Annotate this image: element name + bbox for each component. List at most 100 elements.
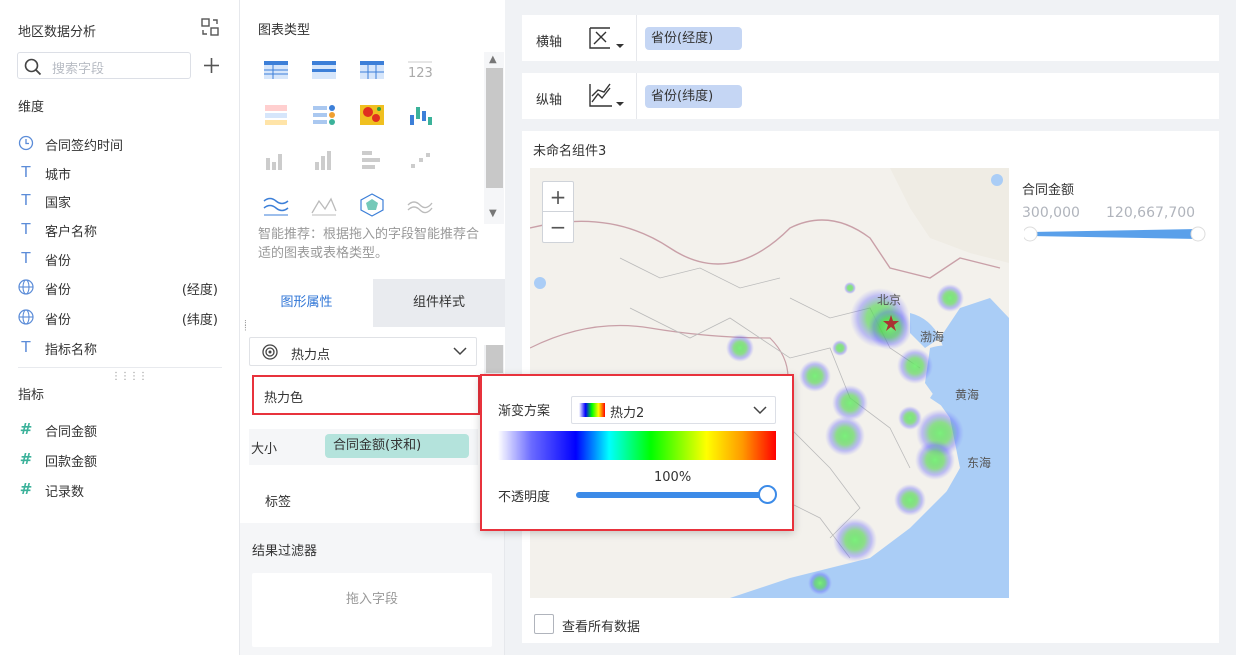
divider (18, 367, 222, 368)
zoom-in-button[interactable]: + (543, 182, 573, 212)
measure-item[interactable]: # 回款金额 (18, 450, 218, 470)
scatter-chart-icon[interactable] (407, 148, 433, 172)
field-name: 回款金额 (45, 455, 98, 470)
dimension-item[interactable]: T 城市 (18, 163, 218, 183)
clock-icon (18, 135, 34, 151)
scroll-thumb[interactable] (486, 345, 503, 373)
size-row[interactable]: 大小 合同金额(求和) (249, 429, 478, 465)
property-tabs: 图形属性 组件样式 (240, 279, 505, 327)
opacity-label: 不透明度 (498, 490, 551, 505)
measure-item[interactable]: # 合同金额 (18, 420, 218, 440)
field-name: 指标名称 (45, 343, 98, 358)
chart-type-scrollbar[interactable]: ▲ ▼ (484, 52, 504, 224)
column-chart-icon[interactable] (311, 148, 337, 172)
legend-range-slider[interactable] (1024, 226, 1206, 242)
field-name: 省份 (45, 254, 72, 269)
globe-icon (18, 279, 34, 295)
field-name: 省份 (45, 313, 72, 328)
colored-table-icon[interactable] (263, 103, 289, 127)
opacity-slider-handle[interactable] (758, 485, 777, 504)
dimension-item[interactable]: 省份 (纬度) (18, 308, 218, 328)
dimension-section-label: 维度 (18, 100, 45, 115)
waterfall-chart-icon[interactable] (407, 103, 433, 127)
chevron-down-icon (753, 406, 767, 415)
table-icon[interactable] (263, 58, 289, 82)
dimension-item[interactable]: 合同签约时间 (18, 134, 218, 154)
multi-line-chart-icon[interactable] (407, 193, 433, 217)
add-field-icon[interactable] (203, 57, 220, 74)
gradient-scheme-select[interactable]: 热力2 (571, 396, 776, 424)
tab-graph-properties[interactable]: 图形属性 (240, 279, 373, 327)
switch-dataset-icon[interactable] (201, 18, 219, 36)
opacity-slider-track[interactable] (576, 492, 768, 498)
globe-icon (18, 309, 34, 325)
zoom-out-button[interactable]: − (543, 212, 573, 242)
stacked-bar-icon[interactable] (359, 148, 385, 172)
drop-hint: 拖入字段 (345, 592, 398, 607)
view-all-label: 查看所有数据 (562, 620, 641, 635)
legend-min: 300,000 (1022, 205, 1080, 221)
field-name: 合同签约时间 (45, 139, 124, 154)
label-row[interactable]: 标签 (250, 478, 478, 520)
view-all-checkbox[interactable] (534, 614, 554, 634)
axis-type-icon[interactable] (588, 82, 628, 110)
map-label-east-sea: 东海 (967, 456, 992, 470)
radar-chart-icon[interactable] (359, 193, 385, 217)
heat-type-value: 热力点 (291, 348, 331, 363)
search-placeholder: 搜索字段 (52, 62, 105, 77)
number-icon: # (19, 480, 33, 498)
heatmap-icon[interactable] (359, 103, 385, 127)
resize-handle[interactable]: ⋮⋮⋮⋮ (111, 371, 148, 382)
field-name: 省份 (45, 283, 72, 298)
kpi-number-icon[interactable]: 123 (407, 58, 433, 82)
text-type-icon: T (21, 338, 31, 356)
heat-color-row[interactable]: 热力色 (252, 375, 480, 415)
dimension-item[interactable]: T 省份 (18, 249, 218, 269)
number-icon: # (19, 420, 33, 438)
dimension-item[interactable]: T 国家 (18, 191, 218, 211)
cross-table-icon[interactable] (359, 58, 385, 82)
x-axis-label: 横轴 (536, 35, 563, 50)
text-type-icon: T (21, 191, 31, 209)
dimension-item[interactable]: 省份 (经度) (18, 278, 218, 298)
widget-title[interactable]: 未命名组件3 (533, 140, 606, 159)
chart-area: 横轴 省份(经度) 纵轴 省份(纬度) 未命名组件3 + − 北京 渤海 黄海 … (505, 0, 1236, 655)
search-input[interactable]: 搜索字段 (17, 52, 191, 79)
smart-recommend-hint: 智能推荐：根据拖入的字段智能推荐合适的图表或表格类型。 (258, 227, 480, 261)
indicator-card-icon[interactable] (311, 103, 337, 127)
legend-max: 120,667,700 (1106, 205, 1196, 221)
grouped-table-icon[interactable] (311, 58, 337, 82)
heat-type-select[interactable]: 热力点 (249, 337, 477, 366)
field-subtype: (经度) (181, 283, 218, 298)
text-type-icon: T (21, 249, 31, 267)
measure-item[interactable]: # 记录数 (18, 480, 218, 500)
result-filter-title: 结果过滤器 (252, 544, 318, 559)
dimension-item[interactable]: T 指标名称 (18, 338, 218, 358)
tab-component-style[interactable]: 组件样式 (373, 279, 505, 327)
chevron-down-icon (453, 347, 467, 356)
size-label: 大小 (251, 442, 278, 457)
divider (636, 73, 637, 119)
drag-handle-icon[interactable]: ⁝ ⁝ (244, 320, 248, 334)
y-axis-field-tag[interactable]: 省份(纬度) (645, 85, 742, 108)
dataset-title: 地区数据分析 (18, 25, 97, 40)
gradient-preview (498, 431, 776, 460)
x-axis-field-tag[interactable]: 省份(经度) (645, 27, 742, 50)
axis-type-icon[interactable] (588, 24, 628, 52)
scroll-thumb[interactable] (486, 68, 503, 188)
heat-point-icon (262, 344, 278, 360)
bar-chart-icon[interactable] (263, 148, 289, 172)
line-chart-icon[interactable] (263, 193, 289, 217)
heat-color-popup: 渐变方案 热力2 100% 不透明度 (480, 374, 794, 531)
scroll-up-icon[interactable]: ▲ (489, 54, 497, 65)
dimension-item[interactable]: T 客户名称 (18, 220, 218, 240)
y-axis-label: 纵轴 (536, 93, 563, 108)
svg-text:123: 123 (408, 66, 433, 81)
scroll-down-icon[interactable]: ▼ (489, 208, 497, 219)
area-chart-icon[interactable] (311, 193, 337, 217)
chart-config-panel: 图表类型 123 ▲ ▼ 智能推荐：根据拖入的字段智能推荐合适的图表或表格类型。… (240, 0, 505, 655)
filter-drop-zone[interactable]: 拖入字段 (252, 573, 492, 647)
measure-section-label: 指标 (18, 388, 45, 403)
size-field-tag[interactable]: 合同金额(求和) (325, 434, 469, 458)
opacity-percent: 100% (654, 470, 692, 485)
